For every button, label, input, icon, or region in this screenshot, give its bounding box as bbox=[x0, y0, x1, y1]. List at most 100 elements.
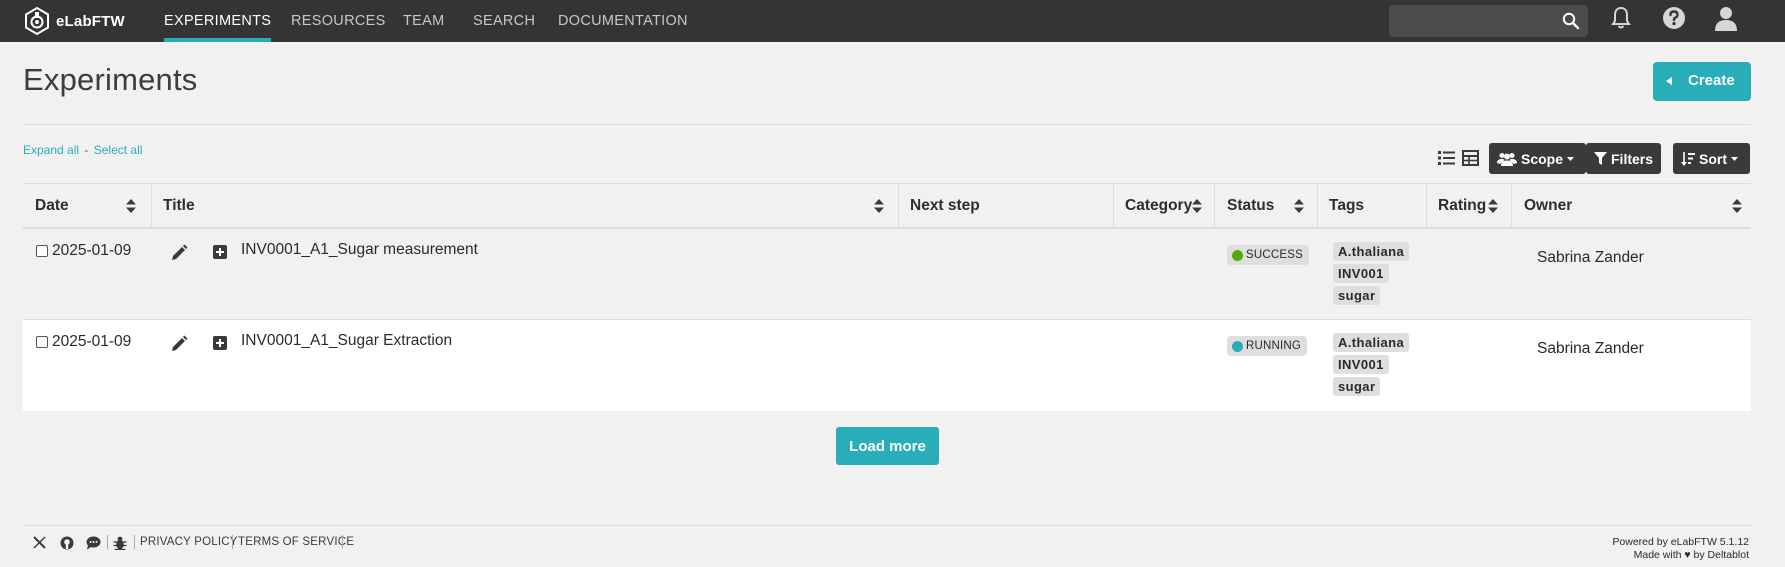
chevron-down-icon bbox=[1567, 156, 1575, 161]
col-rating[interactable]: Rating bbox=[1438, 184, 1486, 227]
experiments-table: Date Title Next step Category Status Tag… bbox=[23, 183, 1751, 411]
footer-credits: Powered by eLabFTW 5.1.12 Made with ♥ by… bbox=[1612, 536, 1749, 562]
sort-button[interactable]: Sort bbox=[1673, 143, 1750, 174]
column-divider bbox=[898, 184, 899, 227]
col-status[interactable]: Status bbox=[1227, 184, 1274, 227]
search-input[interactable] bbox=[1389, 5, 1554, 37]
sort-icon[interactable] bbox=[1294, 199, 1304, 213]
filters-label: Filters bbox=[1611, 150, 1654, 167]
col-tags[interactable]: Tags bbox=[1329, 184, 1364, 227]
navbar-search bbox=[1389, 5, 1588, 37]
row-checkbox[interactable] bbox=[36, 245, 48, 257]
footer-separator bbox=[232, 535, 233, 549]
table-row[interactable]: 2025-01-09 INV0001_A1_Sugar Extraction R… bbox=[23, 320, 1751, 411]
column-divider bbox=[1317, 184, 1318, 227]
sort-icon[interactable] bbox=[1732, 199, 1742, 213]
nav-team[interactable]: TEAM bbox=[403, 0, 444, 42]
elabftw-logo-icon bbox=[25, 6, 49, 36]
nav-search[interactable]: SEARCH bbox=[473, 0, 535, 42]
row-checkbox[interactable] bbox=[36, 336, 48, 348]
tag[interactable]: INV001 bbox=[1333, 264, 1389, 283]
list-view-icon[interactable] bbox=[1438, 150, 1455, 166]
sort-icon[interactable] bbox=[1192, 199, 1202, 213]
tags-list: A.thaliana INV001 sugar bbox=[1333, 242, 1410, 308]
nav-resources[interactable]: RESOURCES bbox=[291, 0, 386, 42]
footer-separator bbox=[134, 535, 135, 549]
status-badge: SUCCESS bbox=[1227, 245, 1309, 265]
column-divider bbox=[1511, 184, 1512, 227]
nav-experiments[interactable]: EXPERIMENTS bbox=[164, 0, 272, 42]
column-divider bbox=[1214, 184, 1215, 227]
scope-button[interactable]: Scope bbox=[1489, 143, 1587, 174]
create-label: Create bbox=[1688, 72, 1735, 89]
caret-left-icon bbox=[1666, 77, 1672, 85]
sort-icon[interactable] bbox=[874, 199, 884, 213]
tag[interactable]: INV001 bbox=[1333, 355, 1389, 374]
sort-icon[interactable] bbox=[1488, 199, 1498, 213]
col-title[interactable]: Title bbox=[163, 184, 195, 227]
top-navbar: eLabFTW EXPERIMENTS RESOURCES TEAM SEARC… bbox=[0, 0, 1785, 42]
tag[interactable]: A.thaliana bbox=[1333, 242, 1410, 261]
github-icon[interactable] bbox=[60, 536, 74, 550]
row-title[interactable]: INV0001_A1_Sugar measurement bbox=[241, 241, 478, 259]
nav-documentation[interactable]: DOCUMENTATION bbox=[558, 0, 688, 42]
pencil-icon[interactable] bbox=[171, 244, 188, 261]
x-icon[interactable] bbox=[33, 536, 46, 549]
filter-icon bbox=[1594, 152, 1607, 165]
sort-icon bbox=[1681, 151, 1695, 166]
footer-divider bbox=[23, 525, 1751, 526]
expand-all-link[interactable]: Expand all bbox=[23, 143, 79, 157]
bell-icon[interactable] bbox=[1611, 6, 1631, 30]
column-divider bbox=[1426, 184, 1427, 227]
create-button[interactable]: Create bbox=[1653, 62, 1751, 101]
status-badge: RUNNING bbox=[1227, 336, 1308, 356]
brand-name: eLabFTW bbox=[56, 12, 125, 30]
expand-plus-icon[interactable] bbox=[213, 336, 227, 350]
link-separator: - bbox=[84, 143, 89, 157]
footer-separator bbox=[107, 535, 108, 549]
status-dot bbox=[1232, 340, 1243, 352]
made-with[interactable]: Made with ♥ by Deltablot bbox=[1612, 549, 1749, 562]
table-row[interactable]: 2025-01-09 INV0001_A1_Sugar measurement … bbox=[23, 229, 1751, 320]
privacy-policy-link[interactable]: PRIVACY POLICY bbox=[140, 536, 238, 548]
tag[interactable]: sugar bbox=[1333, 377, 1381, 396]
select-all-link[interactable]: Select all bbox=[94, 143, 143, 157]
sort-icon[interactable] bbox=[126, 199, 136, 213]
table-header: Date Title Next step Category Status Tag… bbox=[23, 184, 1751, 229]
filters-button[interactable]: Filters bbox=[1586, 143, 1662, 174]
scope-label: Scope bbox=[1521, 150, 1564, 167]
status-label: RUNNING bbox=[1246, 340, 1302, 352]
help-icon[interactable] bbox=[1662, 6, 1686, 30]
table-view-icon[interactable] bbox=[1462, 150, 1479, 166]
page-title: Experiments bbox=[23, 62, 198, 97]
row-owner: Sabrina Zander bbox=[1537, 340, 1644, 357]
col-owner[interactable]: Owner bbox=[1524, 184, 1572, 227]
expand-plus-icon[interactable] bbox=[213, 245, 227, 259]
row-date: 2025-01-09 bbox=[52, 242, 132, 259]
status-label: SUCCESS bbox=[1246, 249, 1303, 261]
bulk-links: Expand all - Select all bbox=[23, 143, 142, 157]
pencil-icon[interactable] bbox=[171, 335, 188, 352]
terms-of-service-link[interactable]: TERMS OF SERVICE bbox=[238, 536, 354, 548]
footer-separator bbox=[342, 535, 343, 549]
tag[interactable]: A.thaliana bbox=[1333, 333, 1410, 352]
row-date: 2025-01-09 bbox=[52, 333, 132, 350]
column-divider bbox=[1113, 184, 1114, 227]
powered-by[interactable]: Powered by eLabFTW 5.1.12 bbox=[1612, 536, 1749, 549]
col-date[interactable]: Date bbox=[35, 184, 69, 227]
brand[interactable]: eLabFTW bbox=[22, 6, 125, 36]
row-title[interactable]: INV0001_A1_Sugar Extraction bbox=[241, 332, 452, 350]
divider bbox=[23, 124, 1751, 125]
bug-icon[interactable] bbox=[113, 536, 127, 550]
search-icon[interactable] bbox=[1562, 12, 1580, 30]
load-more-button[interactable]: Load more bbox=[836, 427, 939, 465]
chat-icon[interactable] bbox=[86, 536, 101, 550]
tag[interactable]: sugar bbox=[1333, 286, 1381, 305]
user-icon[interactable] bbox=[1714, 6, 1738, 32]
col-category[interactable]: Category bbox=[1125, 184, 1192, 227]
status-dot bbox=[1232, 249, 1243, 261]
chevron-down-icon bbox=[1731, 156, 1738, 161]
row-owner: Sabrina Zander bbox=[1537, 249, 1644, 266]
sort-label: Sort bbox=[1699, 150, 1727, 167]
col-next-step[interactable]: Next step bbox=[910, 184, 980, 227]
